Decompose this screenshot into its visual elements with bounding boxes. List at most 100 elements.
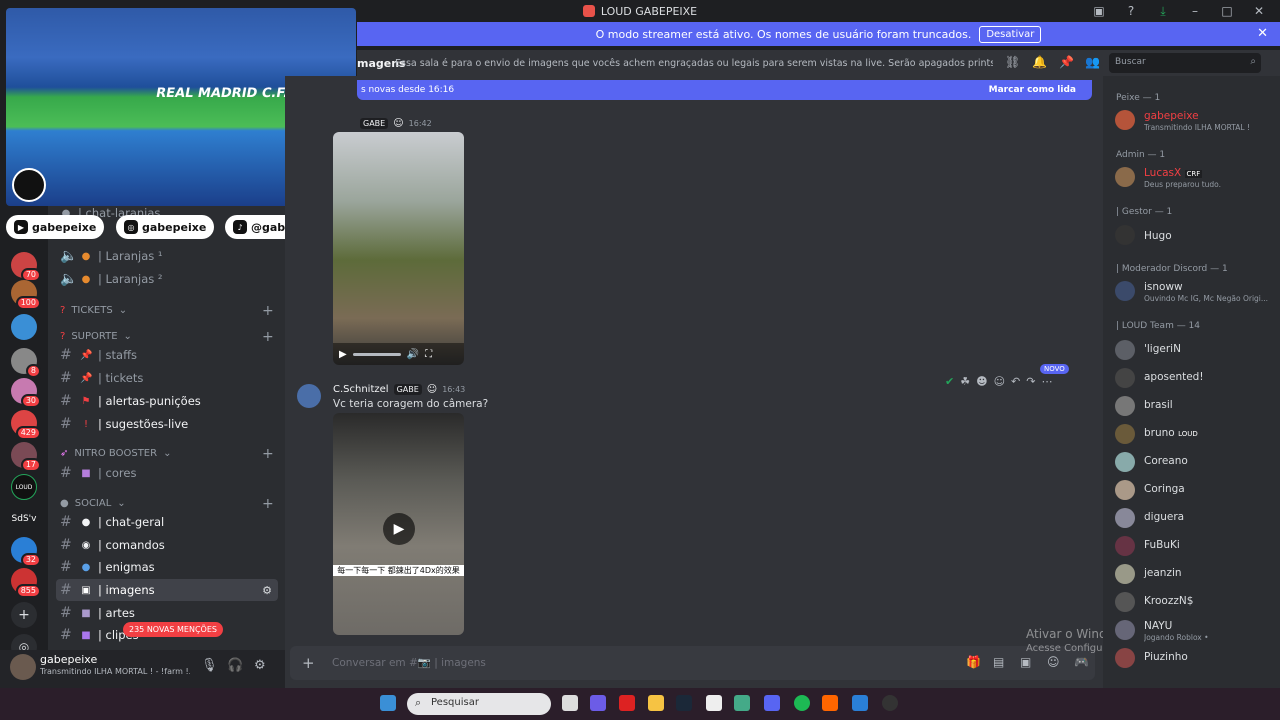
channel-item[interactable]: #! | sugestões-live	[56, 413, 278, 435]
play-icon[interactable]: ▶	[383, 513, 415, 545]
video-attachment[interactable]: ▶ 🔊 ⛶	[333, 132, 464, 365]
headphones-icon[interactable]: 🎧	[227, 658, 243, 673]
minimize-button[interactable]: –	[1186, 4, 1204, 18]
category-social[interactable]: ● SOCIAL ⌄ +	[60, 496, 274, 512]
channel-item[interactable]: # ■ | cores	[56, 462, 278, 484]
add-channel-icon[interactable]: +	[262, 303, 274, 319]
search-input[interactable]: Buscar ⌕	[1109, 53, 1261, 73]
author-name[interactable]: C.Schnitzel	[333, 384, 389, 395]
reply-icon[interactable]: ↶	[1011, 375, 1020, 388]
channel-item[interactable]: # ● | chat-geral	[56, 511, 278, 533]
member-item[interactable]: jeanzin	[1115, 562, 1275, 590]
gamepad-icon[interactable]: 🎮	[1074, 655, 1089, 669]
channel-item[interactable]: # 📌 | tickets	[56, 367, 278, 389]
add-channel-icon[interactable]: +	[262, 496, 274, 512]
members-icon[interactable]: 👥	[1085, 55, 1100, 69]
member-item[interactable]: NAYU Jogando Roblox •	[1115, 618, 1275, 646]
download-icon[interactable]: ⤓	[1154, 4, 1172, 19]
emoji-icon[interactable]: ☺	[994, 375, 1005, 388]
member-item[interactable]: FuBuKi	[1115, 534, 1275, 562]
obs-icon[interactable]	[882, 695, 898, 711]
app-icon[interactable]	[852, 695, 868, 711]
member-item[interactable]: aposented!	[1115, 366, 1275, 394]
server-icon[interactable]: 70	[11, 252, 41, 282]
check-icon[interactable]: ✔	[945, 375, 954, 388]
soundcloud-icon[interactable]	[822, 695, 838, 711]
server-icon[interactable]: 429	[11, 410, 41, 440]
gif-icon[interactable]: ▤	[993, 655, 1004, 669]
close-window-button[interactable]: ✕	[1250, 4, 1268, 18]
member-item[interactable]: Piuzinho	[1115, 646, 1275, 674]
add-channel-icon[interactable]: +	[262, 446, 274, 462]
reaction-icon[interactable]: ☻	[976, 375, 987, 388]
opera-icon[interactable]	[619, 695, 635, 711]
add-attachment-icon[interactable]: +	[302, 654, 315, 672]
member-item[interactable]: Coreano	[1115, 450, 1275, 478]
microphone-icon[interactable]: 🎙	[201, 658, 218, 673]
member-item[interactable]: bruno LOUD	[1115, 422, 1275, 450]
server-icon[interactable]: SdS'v	[11, 506, 37, 532]
message-composer[interactable]: + Conversar em #📷 | imagens 🎁 ▤ ▣ ☺ 🎮	[290, 646, 1095, 680]
avatar[interactable]	[10, 654, 36, 680]
video-attachment[interactable]: ▶ 每一下每一下 都鍊出了4Dx的效果	[333, 413, 464, 635]
member-item[interactable]: isnoww Ouvindo Mc IG, Mc Negão Origi...	[1115, 279, 1275, 307]
threads-icon[interactable]: ⛓	[1005, 55, 1020, 69]
reaction-icon[interactable]: ☘	[960, 375, 970, 388]
server-icon[interactable]: 30	[11, 378, 41, 408]
server-icon[interactable]: 855	[11, 568, 41, 598]
add-channel-icon[interactable]: +	[262, 329, 274, 345]
member-item[interactable]: brasil	[1115, 394, 1275, 422]
close-banner-icon[interactable]: ✕	[1257, 26, 1268, 41]
gift-icon[interactable]: 🎁	[966, 655, 981, 669]
inbox-icon[interactable]: ▣	[1090, 4, 1108, 18]
folder-icon[interactable]	[648, 695, 664, 711]
forward-icon[interactable]: ↷	[1026, 375, 1035, 388]
category-nitro[interactable]: ➶ NITRO BOOSTER ⌄ +	[60, 446, 274, 462]
emoji-icon[interactable]: ☺	[1047, 655, 1060, 669]
discord-icon[interactable]	[764, 695, 780, 711]
server-icon[interactable]: 8	[11, 348, 41, 378]
member-item[interactable]: 'ligeriN	[1115, 338, 1275, 366]
category-suporte[interactable]: ? SUPORTE ⌄ +	[60, 329, 274, 345]
sticker-icon[interactable]: ▣	[1020, 655, 1031, 669]
member-item[interactable]: Coringa	[1115, 478, 1275, 506]
category-tickets[interactable]: ? TICKETS ⌄ +	[60, 303, 274, 319]
bell-icon[interactable]: 🔔	[1032, 55, 1047, 69]
member-item[interactable]: KroozzN$	[1115, 590, 1275, 618]
channel-item[interactable]: # ● | enigmas	[56, 556, 278, 578]
task-view-icon[interactable]	[562, 695, 578, 711]
server-icon[interactable]: LOUD	[11, 474, 37, 500]
channel-item[interactable]: # ⚑ | alertas-punições	[56, 390, 278, 412]
add-server-icon[interactable]: +	[11, 602, 37, 628]
server-icon[interactable]: 100	[11, 280, 41, 310]
channel-item-active[interactable]: # ▣ | imagens ⚙	[56, 579, 278, 601]
taskbar-search[interactable]: ⌕ Pesquisar	[407, 693, 551, 715]
server-icon[interactable]: 17	[11, 442, 41, 472]
channel-item[interactable]: # 📌 | staffs	[56, 344, 278, 366]
mark-read-button[interactable]: Marcar como lida	[989, 85, 1076, 95]
help-icon[interactable]: ?	[1122, 4, 1140, 18]
more-icon[interactable]: ⋯	[1041, 375, 1052, 388]
fullscreen-icon[interactable]: ⛶	[425, 349, 432, 360]
channel-item[interactable]: # ◉ | comandos	[56, 534, 278, 556]
channel-item[interactable]: # ■ | artes	[56, 602, 278, 624]
volume-icon[interactable]: 🔊	[407, 349, 419, 360]
windows-start-icon[interactable]	[380, 695, 396, 711]
channel-settings-icon[interactable]: ⚙	[262, 584, 272, 597]
gear-icon[interactable]: ⚙	[254, 658, 266, 673]
pin-icon[interactable]: 📌	[1059, 55, 1074, 69]
app-icon[interactable]	[734, 695, 750, 711]
disable-streamer-button[interactable]: Desativar	[979, 25, 1042, 43]
member-item[interactable]: diguera	[1115, 506, 1275, 534]
server-icon[interactable]: 32	[11, 537, 41, 567]
channel-topic[interactable]: Essa sala é para o envio de imagens que …	[395, 58, 993, 69]
channel-item[interactable]: 🔈 ● | Laranjas ²	[56, 268, 278, 290]
avatar[interactable]	[297, 384, 321, 408]
new-mentions-pill[interactable]: 235 NOVAS MENÇÕES	[123, 622, 223, 637]
seek-bar[interactable]	[352, 352, 401, 356]
channel-item[interactable]: 🔈 ● | Laranjas ¹	[56, 245, 278, 267]
app-icon[interactable]	[590, 695, 606, 711]
steam-icon[interactable]	[676, 695, 692, 711]
member-item[interactable]: LucasX CRF Deus preparou tudo.	[1115, 165, 1275, 193]
spotify-icon[interactable]	[794, 695, 810, 711]
